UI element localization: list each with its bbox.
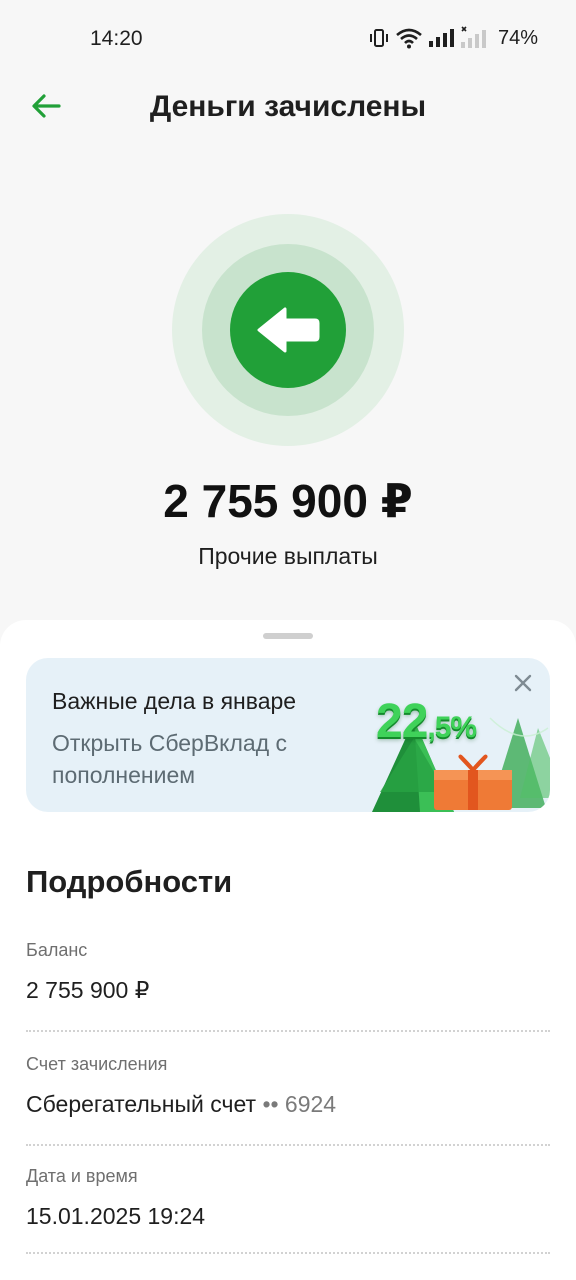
- page-title: Деньги зачислены: [149, 90, 427, 123]
- incoming-transfer-illustration: [172, 214, 404, 446]
- detail-value: Сберегательный счет •• 6924: [26, 1091, 550, 1118]
- account-name: Сберегательный счет: [26, 1091, 257, 1117]
- vibrate-icon: [368, 27, 390, 49]
- header: Деньги зачислены: [0, 78, 576, 138]
- detail-value: 15.01.2025 19:24: [26, 1203, 550, 1230]
- detail-account[interactable]: Счет зачисления Сберегательный счет •• 6…: [26, 1054, 550, 1146]
- promo-rate-fraction: ,5%: [427, 711, 477, 744]
- close-icon: [513, 673, 533, 698]
- incoming-arrow-icon: [230, 272, 346, 388]
- promo-rate: 22,5%: [376, 694, 477, 749]
- promo-subtitle: Открыть СберВклад с пополнением: [52, 730, 288, 788]
- sheet-handle[interactable]: [263, 633, 313, 639]
- transaction-amount: 2 755 900 ₽: [163, 475, 413, 527]
- status-time: 14:20: [90, 27, 143, 50]
- divider: [26, 1030, 550, 1032]
- promo-banner[interactable]: Важные дела в январе Открыть СберВклад с…: [26, 658, 550, 812]
- detail-datetime: Дата и время 15.01.2025 19:24: [26, 1166, 550, 1254]
- divider: [26, 1252, 550, 1254]
- details-title: Подробности: [26, 864, 233, 899]
- battery-level: 74%: [497, 26, 538, 49]
- details-sheet: Важные дела в январе Открыть СберВклад с…: [0, 620, 576, 1280]
- balance-value: 2 755 900 ₽: [26, 977, 150, 1003]
- datetime-value: 15.01.2025 19:24: [26, 1203, 206, 1229]
- status-bar: 14:20 74%: [0, 0, 576, 78]
- account-number: •• 6924: [262, 1091, 337, 1117]
- wifi-icon: [396, 27, 422, 49]
- detail-label: Баланс: [26, 940, 88, 960]
- detail-value: 2 755 900 ₽: [26, 977, 550, 1004]
- transaction-category: Прочие выплаты: [198, 543, 378, 569]
- detail-label: Счет зачисления: [26, 1054, 168, 1074]
- status-icons: 74%: [368, 26, 538, 50]
- signal-no-service-icon: [460, 26, 486, 50]
- promo-title: Важные дела в январе: [52, 688, 297, 714]
- promo-close-button[interactable]: [510, 672, 536, 698]
- divider: [26, 1144, 550, 1146]
- detail-label: Дата и время: [26, 1166, 138, 1186]
- detail-balance: Баланс 2 755 900 ₽: [26, 940, 550, 1032]
- promo-rate-main: 22: [376, 695, 428, 748]
- signal-icon: [428, 27, 454, 49]
